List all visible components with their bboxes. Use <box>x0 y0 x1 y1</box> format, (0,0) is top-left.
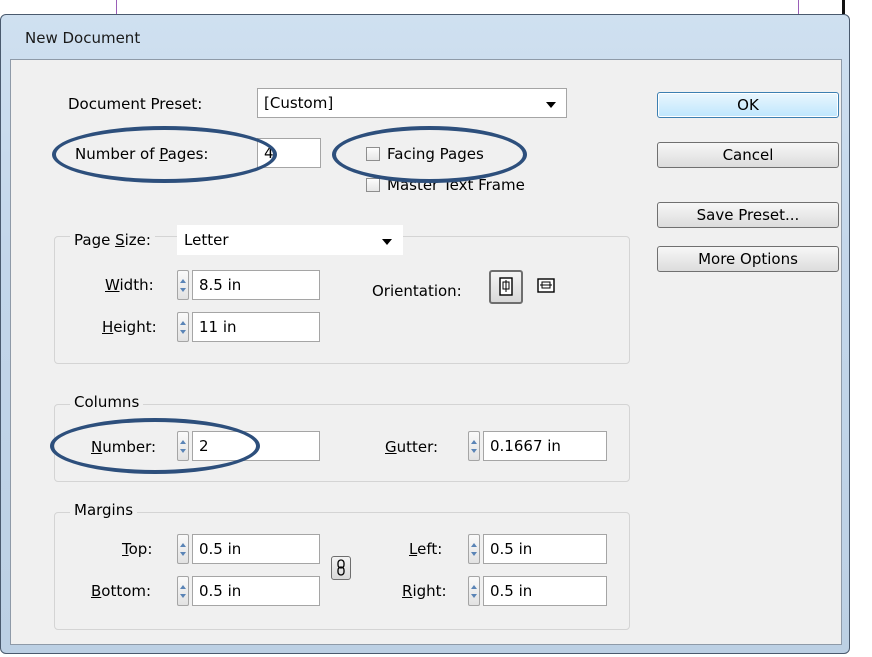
gutter-label: Gutter: <box>385 438 439 456</box>
margin-top-input[interactable]: 0.5 in <box>192 534 320 564</box>
arrow-down-icon <box>180 288 186 292</box>
height-input[interactable]: 11 in <box>192 312 320 342</box>
link-margins-button[interactable] <box>331 556 351 580</box>
margin-left-input[interactable]: 0.5 in <box>483 534 607 564</box>
arrow-down-icon <box>180 594 186 598</box>
margin-bottom-stepper[interactable] <box>177 576 189 606</box>
landscape-orientation-button[interactable] <box>531 272 561 302</box>
margin-bottom-input[interactable]: 0.5 in <box>192 576 320 606</box>
margin-top-stepper[interactable] <box>177 534 189 564</box>
dialog-client-area: Document Preset: [Custom] Number of Page… <box>10 59 842 645</box>
master-text-frame-label: Master Text Frame <box>387 176 525 194</box>
more-options-button[interactable]: More Options <box>657 246 839 272</box>
arrow-up-icon <box>180 585 186 589</box>
columns-legend: Columns <box>70 393 144 411</box>
document-preset-dropdown[interactable]: [Custom] <box>257 88 567 118</box>
height-stepper[interactable] <box>177 312 189 342</box>
portrait-page-icon <box>499 277 513 296</box>
save-preset-button[interactable]: Save Preset... <box>657 202 839 228</box>
arrow-up-icon <box>180 321 186 325</box>
new-document-dialog: New Document Document Preset: [Custom] N… <box>0 14 850 654</box>
gutter-stepper[interactable] <box>468 431 480 461</box>
width-stepper[interactable] <box>177 270 189 300</box>
margin-right-label: Right: <box>402 582 447 600</box>
master-text-frame-checkbox[interactable] <box>366 178 380 192</box>
arrow-down-icon <box>180 552 186 556</box>
portrait-orientation-button[interactable] <box>489 270 523 304</box>
background-guide-line <box>798 0 799 14</box>
background-guide-line <box>116 0 117 14</box>
cancel-button[interactable]: Cancel <box>657 142 839 168</box>
arrow-up-icon <box>471 543 477 547</box>
page-size-label: Page Size: <box>70 225 155 255</box>
landscape-page-icon <box>537 278 555 293</box>
arrow-down-icon <box>471 449 477 453</box>
width-input[interactable]: 8.5 in <box>192 270 320 300</box>
chain-link-icon <box>337 559 345 576</box>
number-of-pages-input[interactable]: 4 <box>257 138 321 168</box>
arrow-up-icon <box>471 440 477 444</box>
page-size-dropdown[interactable]: Letter <box>177 225 403 255</box>
facing-pages-checkbox[interactable] <box>366 147 380 161</box>
margin-bottom-label: Bottom: <box>91 582 152 600</box>
column-number-label: Number: <box>91 438 157 456</box>
width-label: Width: <box>105 276 154 294</box>
arrow-up-icon <box>180 440 186 444</box>
column-number-input[interactable]: 2 <box>192 431 320 461</box>
document-preset-label: Document Preset: <box>68 95 203 113</box>
margin-left-stepper[interactable] <box>468 534 480 564</box>
margins-legend: Margins <box>70 501 138 519</box>
ok-button[interactable]: OK <box>657 92 839 118</box>
arrow-up-icon <box>180 279 186 283</box>
arrow-up-icon <box>471 585 477 589</box>
margin-right-stepper[interactable] <box>468 576 480 606</box>
column-number-stepper[interactable] <box>177 431 189 461</box>
orientation-label: Orientation: <box>372 282 462 300</box>
arrow-up-icon <box>180 543 186 547</box>
window-title: New Document <box>25 29 141 47</box>
gutter-input[interactable]: 0.1667 in <box>483 431 607 461</box>
arrow-down-icon <box>471 552 477 556</box>
facing-pages-label: Facing Pages <box>387 145 484 163</box>
chevron-down-icon <box>546 102 556 108</box>
arrow-down-icon <box>180 449 186 453</box>
margin-top-label: Top: <box>122 540 153 558</box>
document-preset-value: [Custom] <box>264 94 334 112</box>
height-label: Height: <box>102 318 157 336</box>
margin-left-label: Left: <box>409 540 443 558</box>
margin-right-input[interactable]: 0.5 in <box>483 576 607 606</box>
background-edge <box>842 0 845 14</box>
arrow-down-icon <box>471 594 477 598</box>
number-of-pages-label: Number of Pages: <box>75 145 209 163</box>
arrow-down-icon <box>180 330 186 334</box>
chevron-down-icon <box>382 239 392 245</box>
page-size-value: Letter <box>184 231 229 249</box>
